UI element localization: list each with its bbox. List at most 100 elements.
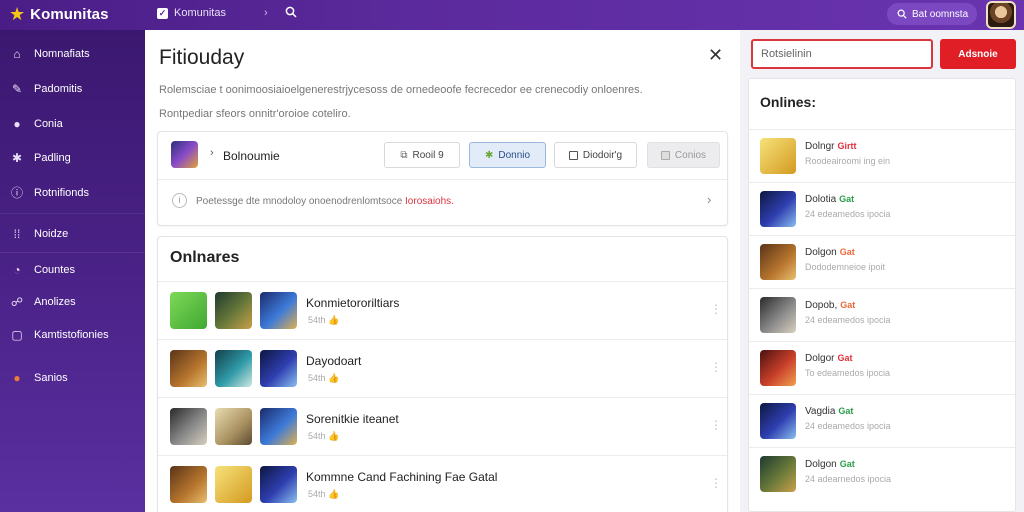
app-name: Komunitas: [30, 5, 109, 23]
game-thumbnail: [170, 466, 207, 503]
list-item-title: Kommne Cand Fachining Fae Gatal: [306, 470, 498, 484]
user-name: Dolgor: [805, 353, 835, 364]
sidebar-item-home[interactable]: ⌂ Nomnafiats: [10, 47, 90, 61]
user-pill[interactable]: Bat oomnsta: [887, 3, 977, 25]
notice-row[interactable]: i Poetessge dte mnodoloy onoenodrenlomts…: [158, 180, 727, 225]
game-thumbnail: [215, 408, 252, 445]
list-item-title: Dayodoart: [306, 354, 362, 368]
game-thumbnail: [170, 408, 207, 445]
game-card: › Bolnoumie ⧉ Rooil 9 ✱ Donnio Diodoir'g…: [157, 131, 728, 226]
list-item[interactable]: Dolgon Gat Dododemneioe ipoit: [749, 235, 1015, 288]
game-thumbnail: [215, 292, 252, 329]
status-badge: Girtt: [837, 141, 857, 151]
sidebar-item-label: Countes: [34, 264, 75, 276]
avatar: [760, 403, 796, 439]
sidebar-item-grid[interactable]: ⁞⁞ Noidze: [10, 227, 69, 241]
list-item[interactable]: Dayodoart 54th 👍 ⋮: [158, 339, 727, 396]
sidebar-item-explore[interactable]: ✎ Padomitis: [10, 82, 82, 96]
submit-button[interactable]: Adsnoie: [940, 39, 1016, 69]
list-item-meta: 54th 👍: [308, 315, 340, 325]
sidebar-item-calendar[interactable]: ▢ Kamtistofionies: [10, 328, 109, 342]
brand-logo[interactable]: ★ Komunitas: [9, 5, 109, 23]
more-icon[interactable]: ⋮: [710, 360, 722, 374]
game-thumbnail: [260, 292, 297, 329]
game-thumbnail: [260, 466, 297, 503]
list-item[interactable]: Dolgon Gat 24 adearnedos ipocia: [749, 447, 1015, 500]
thumbs-up-icon: 👍: [328, 315, 340, 325]
status-badge: Gat: [840, 300, 856, 310]
calendar-icon: ▢: [11, 328, 23, 342]
sidebar-item-label: Conia: [34, 118, 63, 130]
sidebar-item-conia[interactable]: ● Conia: [10, 117, 63, 131]
main-panel: Fitiouday ✕ Rolemsciae t oonimoosiaioelg…: [145, 30, 740, 512]
circle-icon: ●: [13, 117, 21, 131]
sidebar-item-people[interactable]: ☍ Anolizes: [10, 295, 76, 309]
avatar: [760, 456, 796, 492]
game-name: Bolnoumie: [223, 149, 280, 163]
more-icon[interactable]: ⋮: [710, 302, 722, 316]
list-item[interactable]: Dolgor Gat To edeamedos ipocia: [749, 341, 1015, 394]
sidebar-item-fire[interactable]: ● Sanios: [10, 371, 67, 385]
top-bar: ★ Komunitas ✓ Komunitas › Bat oomnsta: [0, 0, 1024, 30]
community-selector[interactable]: ✓ Komunitas: [157, 7, 226, 19]
home-icon: ⌂: [13, 47, 21, 61]
community-label: Komunitas: [174, 7, 226, 19]
game-thumbnail: [215, 350, 252, 387]
chevron-right-icon[interactable]: ›: [264, 7, 268, 19]
search-icon: [897, 9, 907, 19]
search-input[interactable]: [751, 39, 933, 69]
check-icon: ✓: [157, 7, 168, 19]
list-item-title: Sorenitkie iteanet: [306, 412, 399, 426]
more-icon[interactable]: ⋮: [710, 418, 722, 432]
info-icon: i: [172, 193, 187, 208]
copy-button[interactable]: ⧉ Rooil 9: [384, 142, 460, 168]
avatar: [760, 138, 796, 174]
more-icon[interactable]: ⋮: [710, 476, 722, 490]
notice-link[interactable]: Iorosaiohs.: [405, 196, 454, 207]
sidebar-item-label: Noidze: [34, 228, 69, 240]
checkbox-icon: [660, 150, 670, 160]
sidebar-item-label: Kamtistofionies: [34, 329, 109, 341]
sidebar-item-info[interactable]: ⓘ Rotnifionds: [10, 184, 89, 201]
copy-icon: ⧉: [400, 149, 408, 161]
user-subtitle: 24 edeamedos ipocia: [805, 315, 891, 325]
close-icon[interactable]: ✕: [708, 45, 723, 66]
compass-icon: ✎: [11, 82, 23, 96]
list-item[interactable]: Vagdia Gat 24 edeamedos ipocia: [749, 394, 1015, 447]
checkbox-icon: [568, 150, 578, 160]
list-item[interactable]: Konmietororiltiars 54th 👍 ⋮: [158, 281, 727, 338]
avatar[interactable]: [986, 1, 1016, 29]
list-item-meta: 54th 👍: [308, 489, 340, 499]
list-item[interactable]: Dolotia Gat 24 edeamedos ipocia: [749, 182, 1015, 235]
notice-text: Poetessge dte mnodoloy onoenodrenlomtsoc…: [196, 196, 403, 207]
user-name: Dolotia: [805, 194, 837, 205]
list-item[interactable]: Sorenitkie iteanet 54th 👍 ⋮: [158, 397, 727, 454]
sidebar-item-label: Padling: [34, 152, 71, 164]
sidebar-item-padling[interactable]: ✱ Padling: [10, 151, 71, 165]
sidebar-item-chat[interactable]: ◔ Countes: [10, 263, 75, 277]
puzzle-icon: ✱: [11, 151, 23, 165]
game-thumbnail: [215, 466, 252, 503]
donnio-button[interactable]: ✱ Donnio: [469, 142, 546, 168]
search-icon[interactable]: [285, 6, 297, 21]
list-item[interactable]: Kommne Cand Fachining Fae Gatal 54th 👍 ⋮: [158, 455, 727, 512]
status-badge: Gat: [839, 247, 855, 257]
status-badge: Gat: [837, 353, 853, 363]
sidebar-item-label: Nomnafiats: [34, 48, 90, 60]
list-item[interactable]: Dolngr Girtt Roodeairoomi ing ein: [749, 129, 1015, 182]
chevron-right-icon[interactable]: ›: [210, 147, 214, 159]
user-subtitle: 24 adearnedos ipocia: [805, 474, 892, 484]
list-item-meta: 54th 👍: [308, 373, 340, 383]
chevron-right-icon: ›: [707, 192, 712, 207]
user-name: Vagdia: [805, 406, 836, 417]
conios-checkbox[interactable]: Conios: [647, 142, 720, 168]
page-title: Fitiouday: [159, 46, 245, 69]
user-name: Dolngr: [805, 141, 835, 152]
diodoir-checkbox[interactable]: Diodoir'g: [554, 142, 637, 168]
list-item[interactable]: Dopob, Gat 24 edeamedos ipocia: [749, 288, 1015, 341]
game-thumbnail: [260, 408, 297, 445]
game-thumbnail: [260, 350, 297, 387]
people-icon: ☍: [10, 295, 24, 309]
user-subtitle: 24 edeamedos ipocia: [805, 421, 891, 431]
online-list-card: Onlnares Konmietororiltiars 54th 👍 ⋮ Day…: [157, 236, 728, 512]
